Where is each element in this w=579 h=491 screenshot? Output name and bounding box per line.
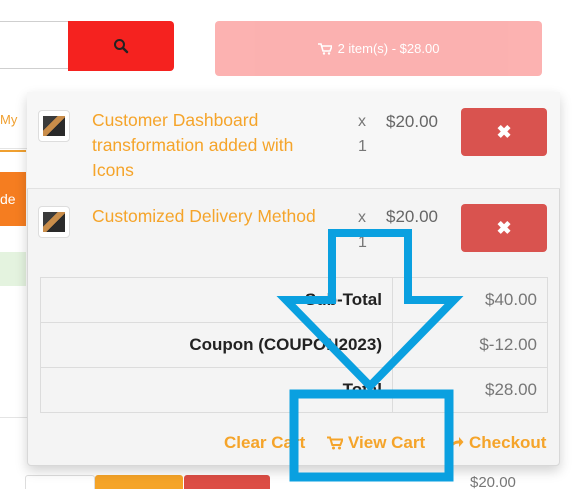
close-icon: ✖ [496,217,512,238]
account-tab[interactable]: My [0,105,26,152]
remove-item-button[interactable]: ✖ [461,108,547,156]
cart-total-text: 2 item(s) - $28.00 [337,41,440,56]
subtotal-value: $40.00 [392,277,548,323]
cart-item-name[interactable]: Customized Delivery Method [92,204,337,229]
coupon-row: Coupon (COUPON2023) $-12.00 [40,322,548,368]
close-icon: ✖ [496,121,512,142]
cart-item-row: Customized Delivery Method x 1 $20.00 ✖ [27,193,560,255]
bottom-red-button[interactable] [184,475,270,489]
search-icon [114,39,129,54]
clear-cart-label: Clear Cart [224,433,306,452]
share-arrow-icon [451,437,464,449]
bottom-cell [25,475,95,489]
coupon-label: Coupon (COUPON2023) [40,322,393,368]
total-value: $28.00 [392,367,548,413]
shopping-cart-icon [317,42,332,55]
total-row: Total $28.00 [40,367,548,413]
cart-item-qty: 1 [358,234,367,251]
cart-item-price: $20.00 [386,112,438,131]
bottom-orange-button[interactable] [95,475,183,489]
bottom-price: $20.00 [470,474,516,491]
view-cart-label: View Cart [348,433,426,452]
divider [0,417,27,418]
coupon-value: $-12.00 [392,322,548,368]
view-cart-link[interactable]: View Cart [327,433,425,453]
divider [0,148,27,149]
cart-item-qty: 1 [358,138,367,155]
clear-cart-link[interactable]: Clear Cart [224,433,305,453]
cart-dropdown-button[interactable]: 2 item(s) - $28.00 [215,21,542,76]
checkout-link[interactable]: Checkout [450,433,546,453]
subtotal-label: Sub-Total [40,277,393,323]
search-button[interactable] [68,21,174,71]
shopping-cart-icon [327,436,343,450]
cart-item-qty-x: x [358,209,366,226]
product-thumbnail[interactable] [38,110,70,142]
cart-totals-table: Sub-Total $40.00 Coupon (COUPON2023) $-1… [40,277,548,413]
product-thumbnail[interactable] [38,206,70,238]
account-tab-label: My [0,112,18,127]
subtotal-row: Sub-Total $40.00 [40,277,548,323]
total-label: Total [40,367,393,413]
cart-item-price: $20.00 [386,207,438,226]
cart-item-qty-x: x [358,113,366,130]
side-orange-button[interactable]: de W [0,172,26,261]
cart-item-name[interactable]: Customer Dashboard transformation added … [92,108,337,183]
cart-item-row: Customer Dashboard transformation added … [27,92,560,189]
remove-item-button[interactable]: ✖ [461,204,547,252]
alert-success [0,252,26,286]
search-input[interactable] [0,21,68,69]
checkout-label: Checkout [469,433,547,452]
side-orange-label: de W [0,191,16,261]
